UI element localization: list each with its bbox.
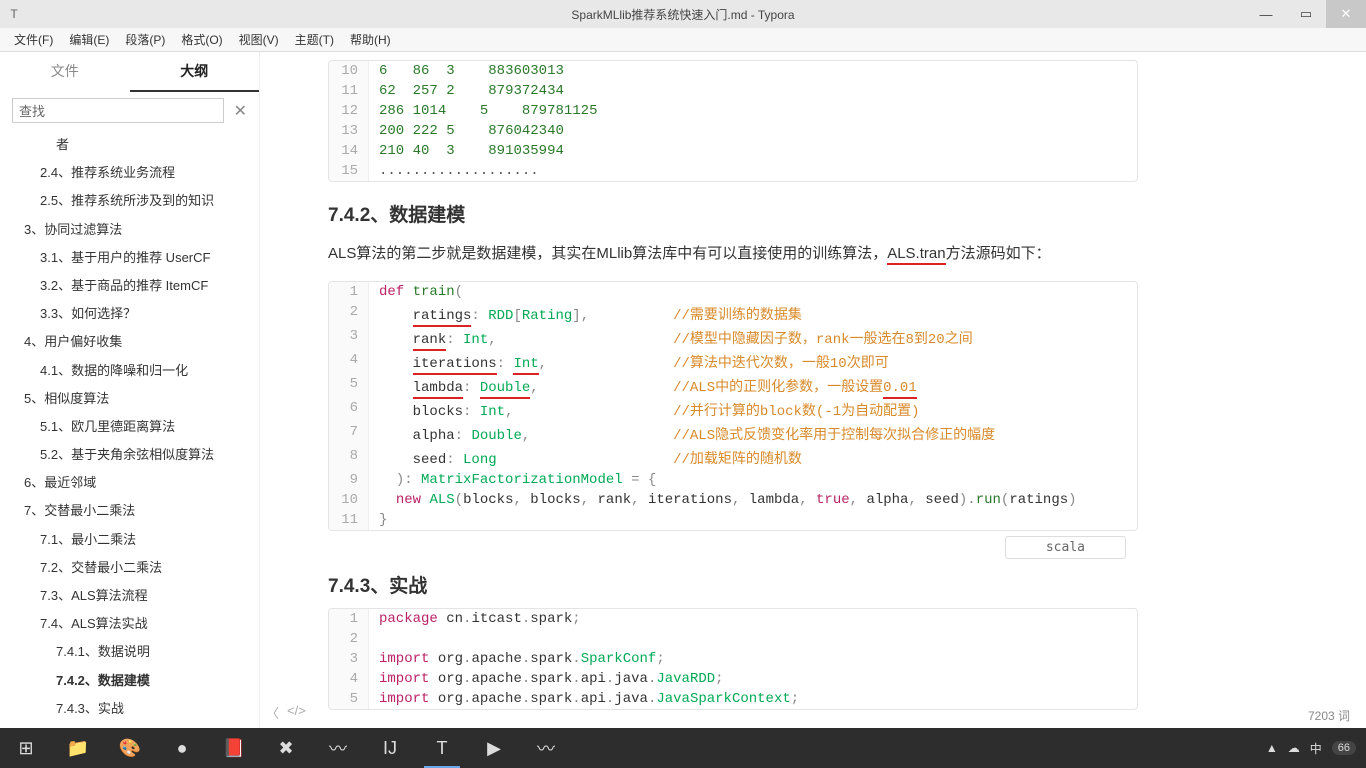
outline-item[interactable]: 5、相似度算法	[0, 385, 259, 413]
outline-tree[interactable]: 者2.4、推荐系统业务流程2.5、推荐系统所涉及到的知识3、协同过滤算法3.1、…	[0, 131, 259, 728]
sidebar-tabs: 文件 大纲	[0, 52, 259, 92]
tray-ime-icon[interactable]: 中	[1310, 740, 1322, 757]
code-lang-tag[interactable]: scala	[1005, 536, 1126, 559]
outline-item[interactable]: 7、交替最小二乘法	[0, 497, 259, 525]
search-input[interactable]	[12, 98, 224, 123]
window-title: SparkMLlib推荐系统快速入门.md - Typora	[0, 6, 1366, 23]
outline-item[interactable]: 5.2、基于夹角余弦相似度算法	[0, 441, 259, 469]
taskbar-app[interactable]: 〰	[312, 728, 364, 768]
taskbar-app[interactable]: IJ	[364, 728, 416, 768]
window-controls: — ▭ ✕	[1246, 0, 1366, 28]
window-titlebar: T SparkMLlib推荐系统快速入门.md - Typora — ▭ ✕	[0, 0, 1366, 28]
taskbar-app[interactable]: 〰	[520, 728, 572, 768]
system-tray[interactable]: ▲ ☁ 中 66	[1266, 740, 1366, 757]
minimize-button[interactable]: —	[1246, 0, 1286, 28]
menu-item[interactable]: 帮助(H)	[342, 31, 399, 48]
word-count[interactable]: 7203 词	[1308, 707, 1350, 724]
code-block-data[interactable]: 106 86 3 8836030131162 257 2 87937243412…	[328, 60, 1138, 182]
outline-item[interactable]: 5.1、欧几里德距离算法	[0, 413, 259, 441]
code-block-train[interactable]: 1def train(2 ratings: RDD[Rating], //需要训…	[328, 281, 1138, 531]
menubar: 文件(F)编辑(E)段落(P)格式(O)视图(V)主题(T)帮助(H)	[0, 28, 1366, 52]
editor-content: 106 86 3 8836030131162 257 2 87937243412…	[260, 52, 1366, 728]
taskbar-app[interactable]: ●	[156, 728, 208, 768]
heading-742: 7.4.2、数据建模	[328, 200, 1138, 227]
nav-back-icon[interactable]: 〈	[266, 703, 279, 722]
paragraph-742: ALS算法的第二步就是数据建模，其实在MLlib算法库中有可以直接使用的训练算法…	[328, 241, 1138, 267]
als-tran-underline: ALS.tran	[887, 245, 945, 265]
taskbar-app[interactable]: T	[416, 728, 468, 768]
tray-ime-pill[interactable]: 66	[1332, 741, 1356, 755]
menu-item[interactable]: 编辑(E)	[61, 31, 117, 48]
heading-743: 7.4.3、实战	[328, 571, 1138, 598]
tab-files[interactable]: 文件	[0, 52, 130, 92]
outline-item[interactable]: 2.5、推荐系统所涉及到的知识	[0, 187, 259, 215]
taskbar-app[interactable]: 🎨	[104, 728, 156, 768]
menu-item[interactable]: 文件(F)	[6, 31, 61, 48]
outline-item[interactable]: 7.3、ALS算法流程	[0, 582, 259, 610]
outline-item[interactable]: 7.4.1、数据说明	[0, 638, 259, 666]
sidebar-search-row: ✕	[0, 92, 259, 131]
editor-scroll[interactable]: 106 86 3 8836030131162 257 2 87937243412…	[260, 52, 1366, 728]
outline-item[interactable]: 7.1、最小二乘法	[0, 526, 259, 554]
taskbar-app[interactable]: 📕	[208, 728, 260, 768]
menu-item[interactable]: 段落(P)	[117, 31, 173, 48]
outline-item[interactable]: 7.2、交替最小二乘法	[0, 554, 259, 582]
menu-item[interactable]: 视图(V)	[231, 31, 287, 48]
clear-search-icon[interactable]: ✕	[234, 101, 247, 121]
outline-item[interactable]: 者	[0, 131, 259, 159]
app-icon: T	[0, 7, 28, 21]
tray-cloud-icon[interactable]: ☁	[1288, 741, 1300, 755]
outline-item[interactable]: 7.4.2、数据建模	[0, 667, 259, 695]
taskbar-app[interactable]: ▶	[468, 728, 520, 768]
outline-item[interactable]: 3.3、如何选择？	[0, 300, 259, 328]
code-block-package[interactable]: 1package cn.itcast.spark;23import org.ap…	[328, 608, 1138, 710]
outline-item[interactable]: 2.4、推荐系统业务流程	[0, 159, 259, 187]
outline-item[interactable]: 3、协同过滤算法	[0, 216, 259, 244]
tab-outline[interactable]: 大纲	[130, 52, 260, 92]
outline-item[interactable]: 4.1、数据的降噪和归一化	[0, 357, 259, 385]
tray-arrow-icon[interactable]: ▲	[1266, 741, 1278, 755]
source-mode-icon[interactable]: </>	[287, 703, 306, 722]
taskbar-app[interactable]: ✖	[260, 728, 312, 768]
outline-item[interactable]: 3.2、基于商品的推荐 ItemCF	[0, 272, 259, 300]
menu-item[interactable]: 主题(T)	[287, 31, 342, 48]
sidebar: 文件 大纲 ✕ 者2.4、推荐系统业务流程2.5、推荐系统所涉及到的知识3、协同…	[0, 52, 260, 728]
outline-item[interactable]: 4、用户偏好收集	[0, 328, 259, 356]
maximize-button[interactable]: ▭	[1286, 0, 1326, 28]
outline-item[interactable]: 6、最近邻域	[0, 469, 259, 497]
outline-item[interactable]: 3.1、基于用户的推荐 UserCF	[0, 244, 259, 272]
outline-item[interactable]: 7.4.3、实战	[0, 695, 259, 723]
editor-footer-icons: 〈 </>	[266, 703, 306, 722]
menu-item[interactable]: 格式(O)	[173, 31, 230, 48]
taskbar-app[interactable]: ⊞	[0, 728, 52, 768]
windows-taskbar: ⊞📁🎨●📕✖〰IJT▶〰 ▲ ☁ 中 66	[0, 728, 1366, 768]
taskbar-app[interactable]: 📁	[52, 728, 104, 768]
close-button[interactable]: ✕	[1326, 0, 1366, 28]
outline-item[interactable]: 7.4、ALS算法实战	[0, 610, 259, 638]
